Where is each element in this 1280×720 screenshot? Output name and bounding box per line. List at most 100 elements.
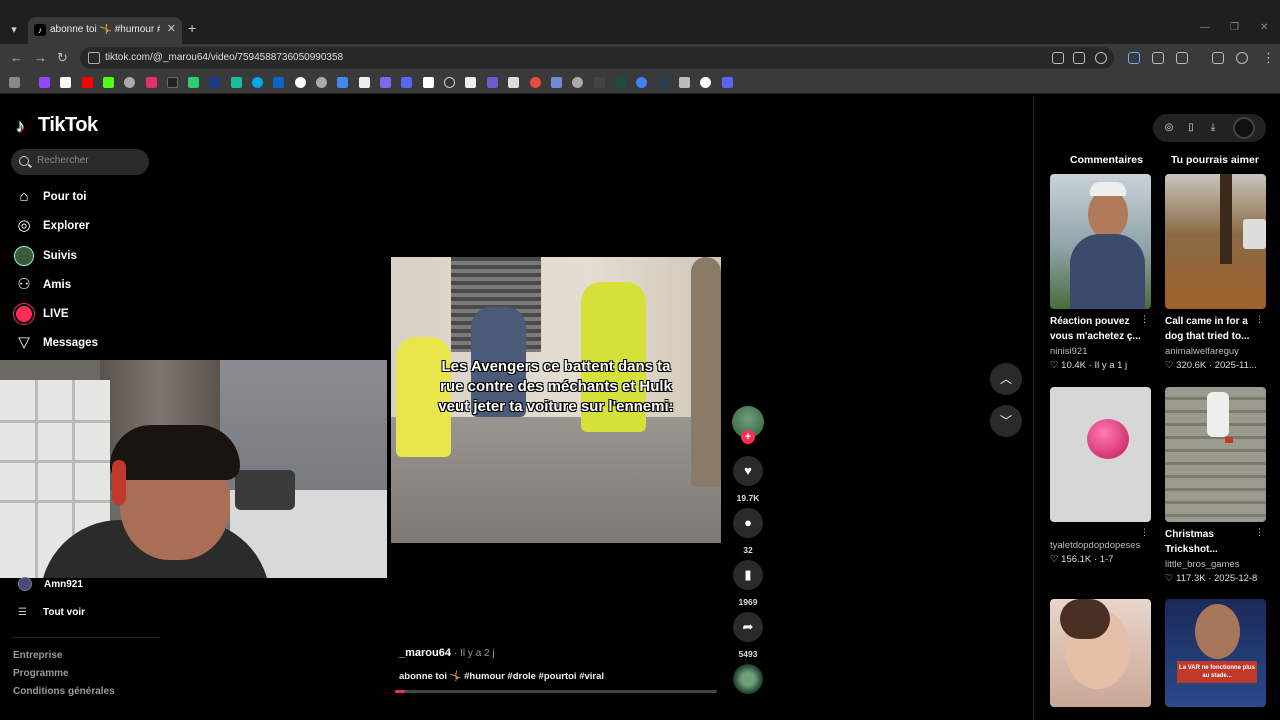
menu-kebab-icon[interactable]: ⋮	[1262, 50, 1275, 66]
bookmark-icon[interactable]	[487, 77, 498, 88]
bookmark-icon[interactable]	[530, 77, 541, 88]
tab-close-icon[interactable]: ✕	[167, 22, 176, 35]
profile-avatar[interactable]	[1233, 117, 1255, 139]
tab-suggested[interactable]: Tu pourrais aimer	[1171, 154, 1259, 166]
nav-live[interactable]: LIVE	[14, 302, 154, 326]
download-icon[interactable]: ⤓	[1207, 122, 1219, 134]
recommended-video[interactable]	[1050, 599, 1151, 707]
bookmark-icon[interactable]	[658, 77, 669, 88]
following-account[interactable]: Amn921	[18, 577, 83, 591]
recommended-video[interactable]: Réaction pouvez vous m'achetez ç... ⋮ ni…	[1050, 174, 1151, 371]
tiktok-logo[interactable]: ♪ TikTok	[16, 114, 98, 137]
media-control-icon[interactable]	[1212, 52, 1224, 64]
recommended-video[interactable]: ⋮ tyaletdopdopdopeses ♡ 156.1K · 1-7	[1050, 387, 1151, 565]
nav-friends[interactable]: ⚇ Amis	[14, 273, 154, 297]
comment-icon[interactable]: ●	[733, 508, 763, 538]
translate-icon[interactable]	[1073, 52, 1085, 64]
bookmark-icon[interactable]	[167, 77, 178, 88]
bookmark-icon[interactable]	[209, 77, 220, 88]
bookmark-icon[interactable]	[551, 77, 562, 88]
bookmark-icon[interactable]	[594, 77, 605, 88]
save-action[interactable]: ▮ 1969	[733, 560, 763, 607]
tab-search-button[interactable]: ▾	[4, 20, 24, 40]
minimize-button[interactable]: —	[1200, 22, 1210, 33]
bookmark-icon[interactable]	[465, 77, 476, 88]
bookmark-icon[interactable]	[636, 77, 647, 88]
reload-button[interactable]: ↻	[57, 50, 68, 66]
forward-button[interactable]: →	[34, 50, 47, 65]
bookmark-star-icon[interactable]	[1095, 52, 1107, 64]
nav-for-you[interactable]: ⌂ Pour toi	[14, 185, 154, 209]
comment-action[interactable]: ● 32	[733, 508, 763, 555]
mobile-icon[interactable]: ▯	[1185, 122, 1197, 134]
bookmark-icon[interactable]	[700, 77, 711, 88]
heart-icon[interactable]: ♥	[733, 456, 763, 486]
bookmark-icon[interactable]: ▮	[733, 560, 763, 590]
profile-icon[interactable]	[1236, 52, 1248, 64]
bookmark-icon[interactable]	[273, 77, 284, 88]
music-disc-icon[interactable]	[733, 664, 763, 694]
follow-plus-icon[interactable]: +	[741, 430, 755, 444]
bookmark-icon[interactable]	[359, 77, 370, 88]
bookmark-icon[interactable]	[337, 77, 348, 88]
share-action[interactable]: ➦ 5493	[733, 612, 763, 659]
bookmark-icon[interactable]	[82, 77, 93, 88]
bookmark-icon[interactable]	[252, 77, 263, 88]
bookmark-icon[interactable]	[572, 77, 583, 88]
cam-pillow	[235, 470, 295, 510]
bookmark-icon[interactable]	[679, 77, 690, 88]
bookmark-icon[interactable]	[316, 77, 327, 88]
bookmark-icon[interactable]	[295, 77, 306, 88]
share-icon[interactable]: ➦	[733, 612, 763, 642]
bookmark-icon[interactable]	[103, 77, 114, 88]
site-info-icon[interactable]	[88, 52, 100, 64]
footer-link-terms[interactable]: Conditions générales	[13, 686, 115, 697]
more-options-icon[interactable]: ⋮	[1140, 527, 1149, 538]
bookmark-icon[interactable]	[231, 77, 242, 88]
bookmark-icon[interactable]	[401, 77, 412, 88]
install-app-icon[interactable]	[1052, 52, 1064, 64]
bookmark-icon[interactable]	[188, 77, 199, 88]
bookmark-icon[interactable]	[423, 77, 434, 88]
footer-link-program[interactable]: Programme	[13, 668, 69, 679]
extension-icon[interactable]	[1152, 52, 1164, 64]
apps-grid-icon[interactable]	[9, 77, 20, 88]
address-bar[interactable]: tiktok.com/@_marou64/video/7594588736050…	[80, 47, 1114, 69]
search-input[interactable]: Rechercher	[11, 149, 149, 175]
nav-messages[interactable]: ▽ Messages	[14, 331, 154, 355]
bookmark-icon[interactable]	[39, 77, 50, 88]
bookmark-icon[interactable]	[380, 77, 391, 88]
recommended-video[interactable]: Call came in for a dog that tried to... …	[1165, 174, 1266, 371]
recommended-video[interactable]: Christmas Trickshot... ⋮ little_bros_gam…	[1165, 387, 1266, 584]
close-window-button[interactable]: ✕	[1260, 22, 1268, 33]
bookmark-icon[interactable]	[722, 77, 733, 88]
video-progress-bar[interactable]	[395, 690, 717, 693]
browser-tab[interactable]: ♪ abonne toi 🤸 #humour #drole ✕	[28, 17, 182, 44]
more-options-icon[interactable]: ⋮	[1255, 527, 1264, 538]
extension-icon[interactable]	[1128, 52, 1140, 64]
nav-following[interactable]: Suivis	[14, 244, 154, 268]
maximize-button[interactable]: ❐	[1230, 22, 1239, 33]
bookmark-icon[interactable]	[444, 77, 455, 88]
video-author[interactable]: _marou64 · Il y a 2 j	[399, 647, 495, 659]
nav-explore[interactable]: ◎ Explorer	[14, 214, 154, 238]
back-button[interactable]: ←	[10, 50, 23, 65]
previous-video-button[interactable]: ︿	[990, 363, 1022, 395]
more-options-icon[interactable]: ⋮	[1140, 314, 1149, 325]
like-action[interactable]: ♥ 19.7K	[733, 456, 763, 503]
bookmark-icon[interactable]	[60, 77, 71, 88]
bookmark-icon[interactable]	[508, 77, 519, 88]
see-all-link[interactable]: ☰ Tout voir	[18, 607, 85, 618]
bookmark-icon[interactable]	[146, 77, 157, 88]
compass-icon[interactable]: ◎	[1163, 122, 1175, 134]
more-options-icon[interactable]: ⋮	[1255, 314, 1264, 325]
bookmark-icon[interactable]	[615, 77, 626, 88]
new-tab-button[interactable]: +	[188, 20, 196, 36]
extensions-puzzle-icon[interactable]	[1176, 52, 1188, 64]
next-video-button[interactable]: ﹀	[990, 405, 1022, 437]
recommended-video[interactable]: La VAR ne fonctionne plus au stade...	[1165, 599, 1266, 707]
footer-link-company[interactable]: Entreprise	[13, 650, 62, 661]
tab-comments[interactable]: Commentaires	[1070, 154, 1143, 166]
bookmark-icon[interactable]	[124, 77, 135, 88]
video-player[interactable]: Les Avengers ce battent dans ta rue cont…	[391, 257, 721, 543]
